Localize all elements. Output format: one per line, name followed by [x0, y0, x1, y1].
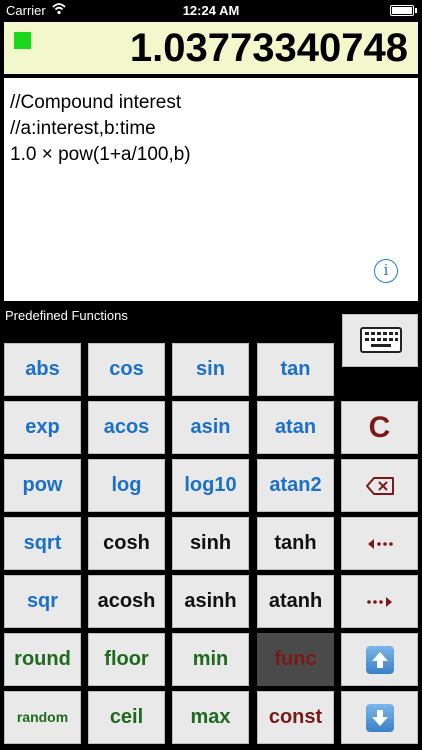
cursor-right-button[interactable]: [341, 575, 418, 628]
asinh-key[interactable]: asinh: [172, 575, 249, 628]
section-label: Predefined Functions: [5, 308, 128, 323]
status-indicator: [14, 32, 31, 49]
atanh-key[interactable]: atanh: [257, 575, 334, 628]
log-key[interactable]: log: [88, 459, 165, 512]
formula-line: //Compound interest: [10, 92, 182, 113]
random-key[interactable]: random: [4, 691, 81, 744]
cursor-left-button[interactable]: [341, 517, 418, 570]
cursor-right-icon: [366, 597, 392, 607]
floor-key[interactable]: floor: [88, 633, 165, 686]
sqrt-key[interactable]: sqrt: [4, 517, 81, 570]
tan-key[interactable]: tan: [257, 343, 334, 396]
keyboard-icon: [360, 327, 402, 353]
backspace-button[interactable]: [341, 459, 418, 512]
acos-key[interactable]: acos: [88, 401, 165, 454]
sqr-key[interactable]: sqr: [4, 575, 81, 628]
arrow-up-icon: [365, 646, 394, 674]
status-bar: Carrier 12:24 AM: [0, 0, 422, 22]
max-key[interactable]: max: [172, 691, 249, 744]
cosh-key[interactable]: cosh: [88, 517, 165, 570]
formula-editor[interactable]: //Compound interest //a:interest,b:time …: [4, 78, 418, 301]
clear-button[interactable]: C: [341, 401, 418, 454]
cursor-left-icon: [367, 539, 393, 549]
result-display: 1.03773340748: [4, 22, 418, 74]
round-key[interactable]: round: [4, 633, 81, 686]
min-key[interactable]: min: [172, 633, 249, 686]
atan2-key[interactable]: atan2: [257, 459, 334, 512]
cos-key[interactable]: cos: [88, 343, 165, 396]
sinh-key[interactable]: sinh: [172, 517, 249, 570]
acosh-key[interactable]: acosh: [88, 575, 165, 628]
const-key[interactable]: const: [257, 691, 334, 744]
arrow-down-icon: [365, 704, 394, 732]
ceil-key[interactable]: ceil: [88, 691, 165, 744]
tanh-key[interactable]: tanh: [257, 517, 334, 570]
atan-key[interactable]: atan: [257, 401, 334, 454]
formula-line: 1.0 × pow(1+a/100,b): [10, 144, 191, 165]
info-icon[interactable]: i: [374, 259, 398, 283]
battery-icon: [390, 5, 414, 16]
abs-key[interactable]: abs: [4, 343, 81, 396]
pow-key[interactable]: pow: [4, 459, 81, 512]
log10-key[interactable]: log10: [172, 459, 249, 512]
result-value: 1.03773340748: [129, 26, 408, 70]
backspace-icon: [365, 477, 394, 495]
exp-key[interactable]: exp: [4, 401, 81, 454]
func-key[interactable]: func: [257, 633, 334, 686]
scroll-up-button[interactable]: [341, 633, 418, 686]
scroll-down-button[interactable]: [341, 691, 418, 744]
formula-line: //a:interest,b:time: [10, 118, 156, 139]
formula-text[interactable]: //Compound interest //a:interest,b:time …: [10, 90, 191, 168]
sin-key[interactable]: sin: [172, 343, 249, 396]
battery-tip: [415, 8, 417, 13]
keyboard-toggle-button[interactable]: [342, 314, 418, 367]
asin-key[interactable]: asin: [172, 401, 249, 454]
status-time: 12:24 AM: [182, 3, 240, 18]
